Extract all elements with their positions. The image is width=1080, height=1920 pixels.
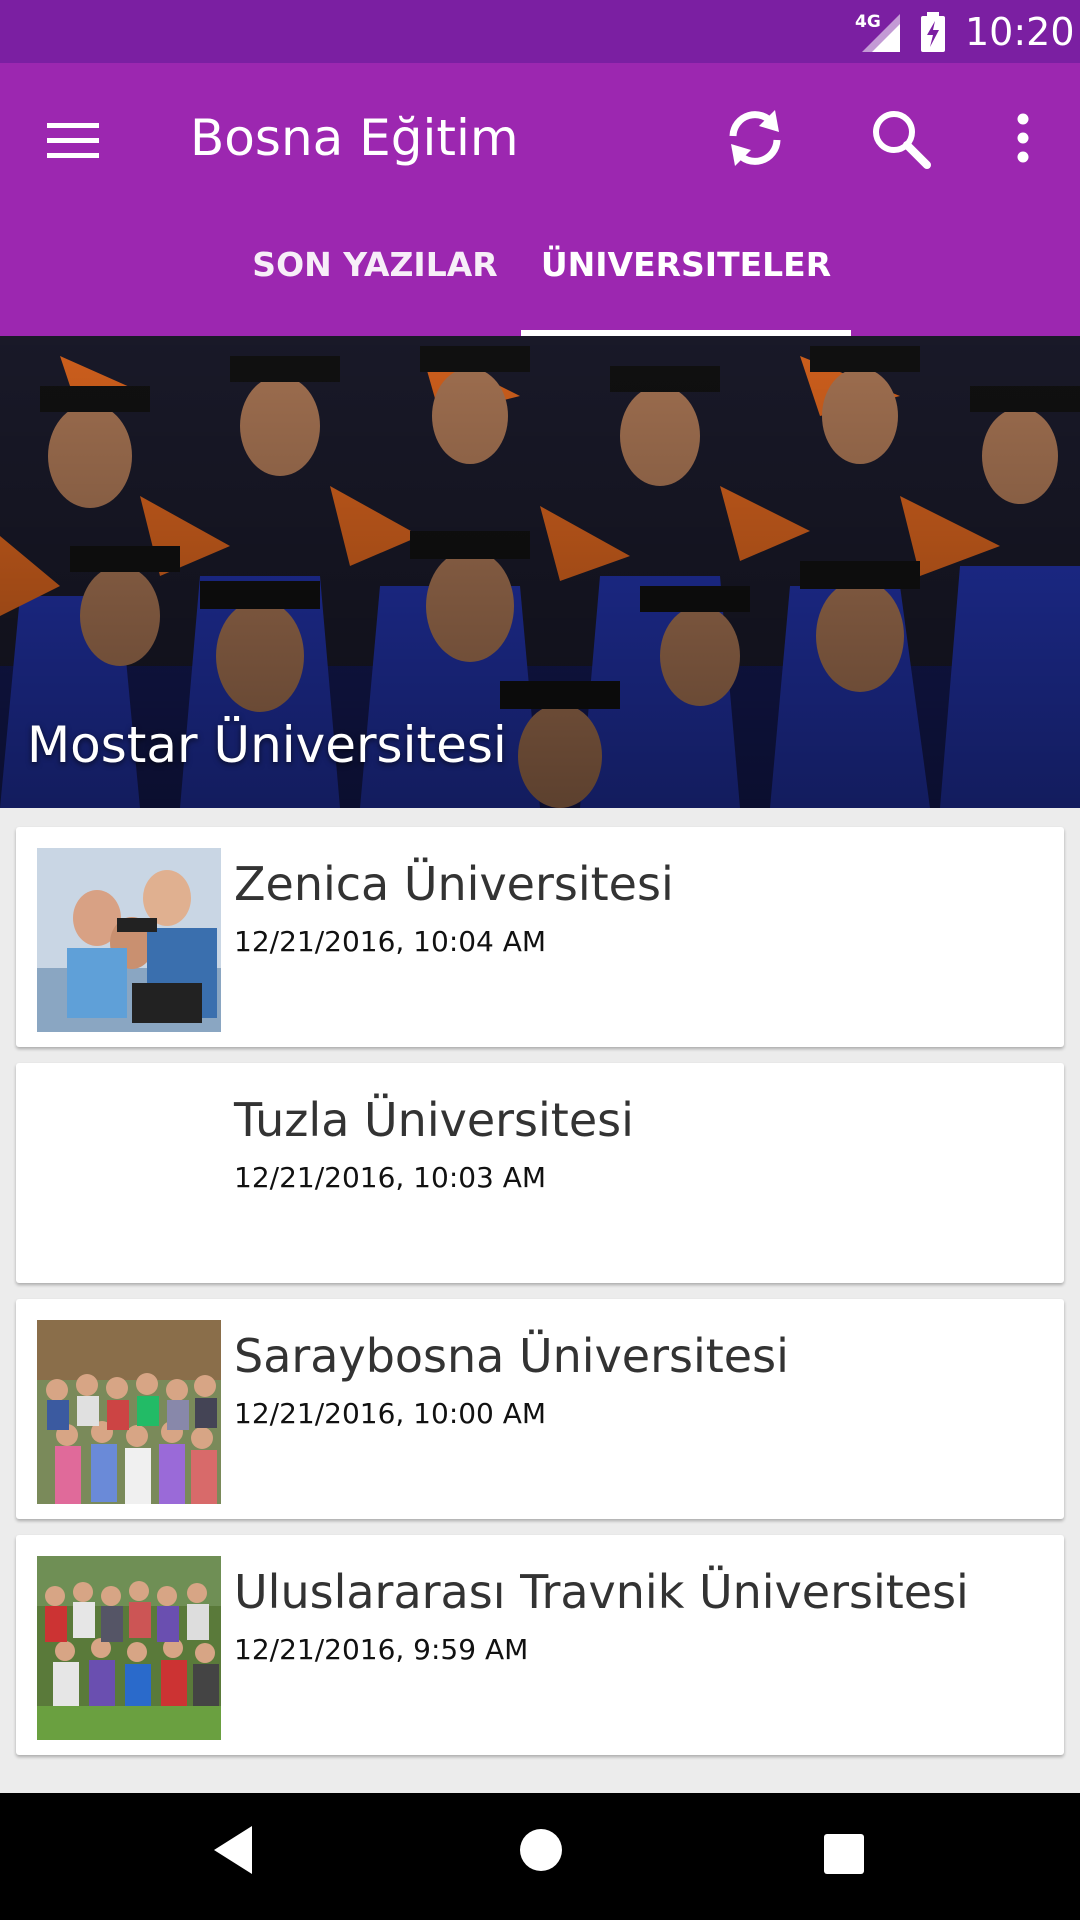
status-bar: 4G 10:20 bbox=[0, 0, 1080, 63]
menu-button[interactable] bbox=[45, 113, 101, 169]
post-date: 12/21/2016, 10:04 AM bbox=[234, 925, 547, 958]
app-bar: Bosna Eğitim SON YAZILAR ÜNIVERSITELER bbox=[0, 63, 1080, 336]
back-icon[interactable] bbox=[210, 1823, 256, 1877]
search-icon bbox=[873, 111, 931, 169]
menu-icon bbox=[47, 123, 99, 158]
tab-universiteler[interactable]: ÜNIVERSITELER bbox=[521, 233, 851, 336]
refresh-button[interactable] bbox=[720, 103, 790, 173]
post-title: Tuzla Üniversitesi bbox=[234, 1093, 634, 1147]
app-title: Bosna Eğitim bbox=[190, 109, 519, 167]
list-item[interactable]: Zenica Üniversitesi 12/21/2016, 10:04 AM bbox=[16, 827, 1064, 1047]
refresh-icon bbox=[729, 110, 781, 166]
post-date: 12/21/2016, 9:59 AM bbox=[234, 1633, 529, 1666]
tab-son-yazilar[interactable]: SON YAZILAR bbox=[230, 233, 520, 336]
featured-post[interactable]: Mostar Üniversitesi bbox=[0, 336, 1080, 808]
thumbnail-image bbox=[37, 848, 221, 1032]
thumbnail-image bbox=[37, 1556, 221, 1740]
home-icon[interactable] bbox=[518, 1827, 564, 1873]
post-date: 12/21/2016, 10:00 AM bbox=[234, 1397, 547, 1430]
thumbnail-image bbox=[37, 1320, 221, 1504]
featured-title: Mostar Üniversitesi bbox=[27, 716, 507, 774]
search-button[interactable] bbox=[865, 103, 935, 173]
recents-icon[interactable] bbox=[823, 1833, 865, 1875]
system-nav-bar bbox=[0, 1793, 1080, 1920]
more-vert-icon bbox=[1017, 113, 1029, 163]
battery-charging-icon bbox=[921, 12, 945, 52]
list-item[interactable]: Tuzla Üniversitesi 12/21/2016, 10:03 AM bbox=[16, 1063, 1064, 1283]
thumbnail-image bbox=[37, 1084, 221, 1268]
post-date: 12/21/2016, 10:03 AM bbox=[234, 1161, 547, 1194]
post-title: Zenica Üniversitesi bbox=[234, 857, 674, 911]
list-item[interactable]: Saraybosna Üniversitesi 12/21/2016, 10:0… bbox=[16, 1299, 1064, 1519]
more-options-button[interactable] bbox=[995, 103, 1051, 173]
post-title: Uluslararası Travnik Üniversitesi bbox=[234, 1565, 969, 1619]
signal-icon bbox=[862, 14, 900, 52]
status-time: 10:20 bbox=[965, 10, 1075, 54]
list-item[interactable]: Uluslararası Travnik Üniversitesi 12/21/… bbox=[16, 1535, 1064, 1755]
post-title: Saraybosna Üniversitesi bbox=[234, 1329, 789, 1383]
